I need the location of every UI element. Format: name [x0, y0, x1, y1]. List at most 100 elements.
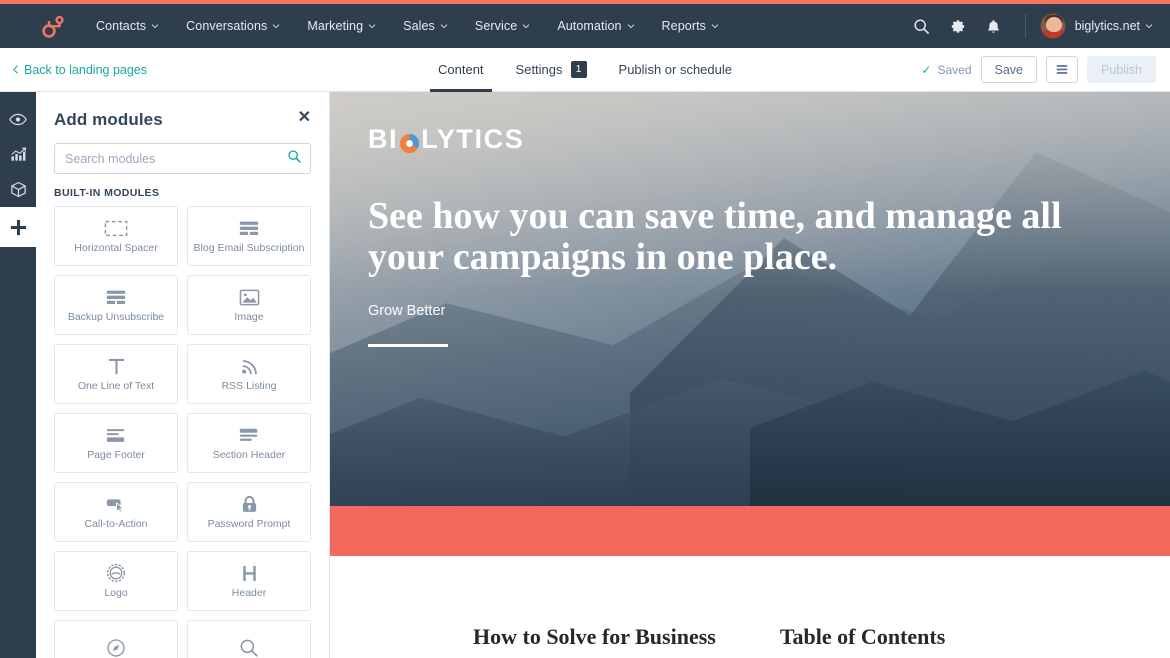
section-header-icon [238, 424, 260, 446]
hubspot-sprocket-icon[interactable] [38, 12, 66, 40]
publish-button[interactable]: Publish [1087, 56, 1156, 83]
nav-item-reports[interactable]: Reports [648, 13, 732, 39]
nav-item-label: Service [474, 19, 518, 33]
module-label: Call-to-Action [84, 518, 148, 531]
image-icon [239, 286, 260, 308]
logo-text-after: LYTICS [421, 124, 525, 154]
module-label: Page Footer [87, 449, 145, 462]
module-card-search[interactable] [187, 620, 311, 658]
search-modules-wrap [36, 130, 329, 174]
module-card-section-header[interactable]: Section Header [187, 413, 311, 473]
module-card-backup-unsubscribe[interactable]: Backup Unsubscribe [54, 275, 178, 335]
hero-divider [368, 344, 448, 347]
plus-icon[interactable] [0, 207, 36, 247]
section-heading-table-of-contents[interactable]: Table of Contents [780, 624, 945, 650]
module-card-logo[interactable]: Logo [54, 551, 178, 611]
page-title: Add modules [54, 110, 163, 129]
cube-icon[interactable] [0, 172, 36, 207]
search-input[interactable] [54, 143, 311, 174]
saved-label: Saved [937, 62, 972, 77]
nav-item-automation[interactable]: Automation [543, 13, 647, 39]
module-card-blog-email-subscription[interactable]: Blog Email Subscription [187, 206, 311, 266]
footer-icon [105, 424, 127, 446]
account-menu[interactable]: biglytics.net [1039, 13, 1156, 39]
saved-status: ✓ Saved [921, 63, 971, 77]
site-logo[interactable]: BI LYTICS [368, 124, 524, 155]
close-icon[interactable]: ✕ [298, 110, 311, 126]
back-link-label: Back to landing pages [24, 62, 148, 77]
coral-divider-band[interactable] [330, 506, 1170, 556]
nav-item-label: Automation [557, 19, 622, 33]
back-to-landing-pages-link[interactable]: Back to landing pages [12, 63, 147, 77]
built-in-modules-label: BUILT-IN MODULES [54, 187, 160, 199]
nav-item-marketing[interactable]: Marketing [293, 13, 389, 39]
cta-cursor-icon [105, 493, 127, 515]
hero-subheadline[interactable]: Grow Better [368, 303, 445, 319]
module-card-page-footer[interactable]: Page Footer [54, 413, 178, 473]
global-navigation-bar: Contacts Conversations Marketing Sales S… [0, 4, 1170, 48]
module-card-horizontal-spacer[interactable]: Horizontal Spacer [54, 206, 178, 266]
module-card-image[interactable]: Image [187, 275, 311, 335]
chevron-left-icon [13, 65, 18, 74]
gear-icon[interactable] [941, 9, 975, 43]
module-card-compass[interactable] [54, 620, 178, 658]
eye-icon[interactable] [0, 102, 36, 137]
search-icon[interactable] [905, 9, 939, 43]
hero-section[interactable]: BI LYTICS See how you can save time, and… [330, 92, 1170, 506]
add-modules-panel: Add modules ✕ BUILT-IN MODULES Horizo [36, 92, 330, 658]
module-label: Horizontal Spacer [74, 242, 158, 255]
module-card-password-prompt[interactable]: Password Prompt [187, 482, 311, 542]
nav-item-service[interactable]: Service [461, 13, 543, 39]
module-label: Header [231, 587, 267, 600]
chevron-down-icon [711, 22, 719, 29]
chevron-down-icon [440, 22, 448, 29]
tab-content[interactable]: Content [422, 48, 500, 92]
tab-settings[interactable]: Settings 1 [500, 48, 603, 92]
hamburger-icon[interactable] [1046, 56, 1078, 83]
text-t-icon [107, 355, 126, 377]
search-icon[interactable] [287, 149, 302, 169]
module-card-header[interactable]: Header [187, 551, 311, 611]
hero-headline[interactable]: See how you can save time, and manage al… [368, 196, 1138, 277]
module-card-call-to-action[interactable]: Call-to-Action [54, 482, 178, 542]
module-card-one-line-of-text[interactable]: One Line of Text [54, 344, 178, 404]
email-subscription-icon [238, 217, 260, 239]
chevron-down-icon [368, 22, 376, 29]
save-button[interactable]: Save [980, 56, 1037, 83]
module-label: Password Prompt [207, 518, 291, 531]
logo-text-before: BI [368, 124, 399, 154]
check-icon: ✓ [921, 62, 932, 77]
modules-grid: Horizontal Spacer Blog Email Subscriptio… [36, 206, 329, 658]
bell-icon[interactable] [977, 9, 1011, 43]
module-card-rss-listing[interactable]: RSS Listing [187, 344, 311, 404]
nav-item-label: Reports [661, 19, 707, 33]
spacer-icon [104, 217, 128, 239]
logo-badge-icon [106, 562, 126, 584]
section-heading-how-to-solve[interactable]: How to Solve for Business [473, 624, 716, 650]
settings-badge: 1 [570, 61, 587, 78]
chevron-down-icon [272, 22, 280, 29]
chevron-down-icon [522, 22, 530, 29]
tab-label: Publish or schedule [618, 62, 732, 77]
below-hero-headings-row: How to Solve for Business Table of Conte… [330, 624, 1170, 650]
nav-item-contacts[interactable]: Contacts [82, 13, 172, 39]
nav-divider [1024, 14, 1026, 38]
chevron-down-icon [151, 22, 159, 29]
nav-item-sales[interactable]: Sales [389, 13, 461, 39]
chart-line-icon[interactable] [0, 137, 36, 172]
tab-publish-or-schedule[interactable]: Publish or schedule [603, 48, 748, 92]
nav-item-label: Marketing [307, 19, 364, 33]
nav-item-label: Contacts [96, 19, 147, 33]
global-nav-right: biglytics.net [905, 9, 1156, 43]
below-hero-section: How to Solve for Business Table of Conte… [330, 556, 1170, 658]
search-icon [239, 637, 259, 658]
rss-icon [240, 355, 259, 377]
module-label: RSS Listing [221, 380, 277, 393]
account-name: biglytics.net [1075, 19, 1153, 33]
module-label: One Line of Text [77, 380, 155, 393]
nav-item-conversations[interactable]: Conversations [172, 13, 293, 39]
heading-h-icon [241, 562, 258, 584]
page-preview-canvas[interactable]: BI LYTICS See how you can save time, and… [330, 92, 1170, 658]
chevron-down-icon [1145, 22, 1153, 29]
save-button-label: Save [994, 62, 1024, 77]
